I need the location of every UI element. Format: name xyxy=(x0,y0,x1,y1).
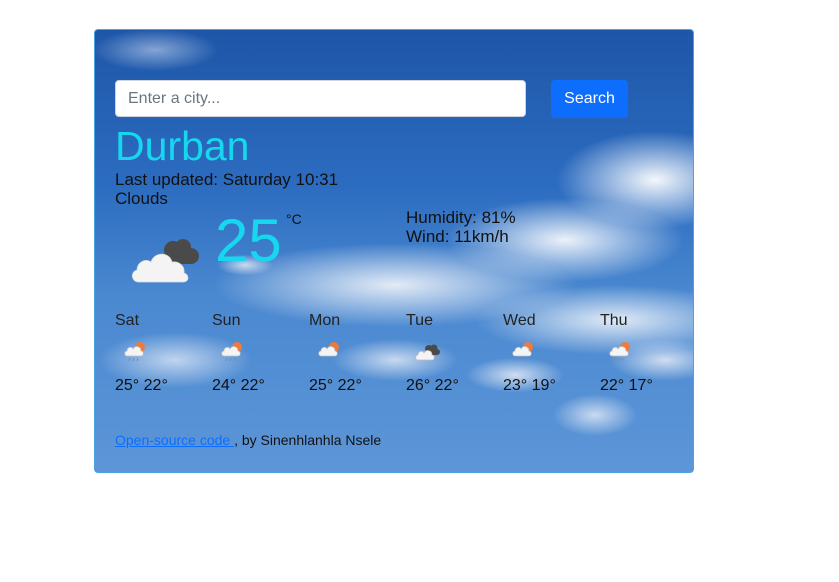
forecast-temps: 26° 22° xyxy=(406,378,459,394)
forecast-min: 22° xyxy=(143,377,168,394)
forecast-day: Wed 23° 19° xyxy=(503,311,599,401)
city-name: Durban xyxy=(115,123,250,169)
forecast-max: 22° xyxy=(600,377,625,394)
temperature-unit: °C xyxy=(286,211,302,227)
forecast-temps: 24° 22° xyxy=(212,378,265,394)
broken-clouds-icon xyxy=(415,344,440,361)
humidity: Humidity: 81% xyxy=(406,209,516,226)
forecast-day: Sat 25° 22° xyxy=(115,311,211,401)
broken-clouds-icon xyxy=(131,239,199,283)
wind-label: Wind: xyxy=(406,227,450,246)
forecast-min: 22° xyxy=(240,377,265,394)
forecast-max: 25° xyxy=(115,377,140,394)
forecast-day: Tue 26° 22° xyxy=(406,311,502,401)
wind: Wind: 11km/h xyxy=(406,228,509,245)
forecast-day-name: Tue xyxy=(406,312,433,329)
weather-description: Clouds xyxy=(115,189,168,208)
city-search-input[interactable] xyxy=(115,80,526,117)
forecast-min: 19° xyxy=(531,377,556,394)
light-rain-icon xyxy=(221,342,242,362)
forecast-min: 22° xyxy=(434,377,459,394)
light-rain-icon xyxy=(609,342,630,362)
light-rain-icon xyxy=(512,342,533,362)
forecast-day-name: Thu xyxy=(600,312,628,329)
search-button[interactable]: Search xyxy=(551,80,628,118)
forecast-temps: 25° 22° xyxy=(309,378,362,394)
forecast-day: Mon 25° 22° xyxy=(309,311,405,401)
current-temperature: 25 xyxy=(215,207,282,274)
forecast-day: Thu 22° 17° xyxy=(600,311,693,401)
light-rain-icon xyxy=(124,342,145,362)
forecast-temps: 23° 19° xyxy=(503,378,556,394)
forecast-min: 17° xyxy=(628,377,653,394)
last-updated-value: Saturday 10:31 xyxy=(222,170,339,189)
wind-value: 11km/h xyxy=(454,227,509,246)
open-source-code-link[interactable]: Open-source code xyxy=(115,432,234,448)
footer: Open-source code , by Sinenhlanhla Nsele xyxy=(115,433,381,447)
forecast-max: 25° xyxy=(309,377,334,394)
forecast-max: 24° xyxy=(212,377,237,394)
humidity-value: 81% xyxy=(481,208,516,227)
humidity-label: Humidity: xyxy=(406,208,477,227)
forecast-day-name: Wed xyxy=(503,312,536,329)
forecast-list: Sat 25° 22° Sun 24° 22° Mon 25° 22° Tue … xyxy=(115,311,693,401)
forecast-temps: 22° 17° xyxy=(600,378,653,394)
author-credit: , by Sinenhlanhla Nsele xyxy=(234,432,382,448)
forecast-day-name: Mon xyxy=(309,312,341,329)
forecast-temps: 25° 22° xyxy=(115,378,168,394)
forecast-max: 23° xyxy=(503,377,528,394)
last-updated-label: Last updated: xyxy=(115,170,219,189)
forecast-day-name: Sat xyxy=(115,312,140,329)
forecast-day-name: Sun xyxy=(212,312,241,329)
forecast-max: 26° xyxy=(406,377,431,394)
last-updated: Last updated: Saturday 10:31 xyxy=(115,171,338,188)
weather-card: Search Durban Last updated: Saturday 10:… xyxy=(94,29,694,473)
forecast-min: 22° xyxy=(337,377,362,394)
light-rain-icon xyxy=(318,342,339,362)
forecast-day: Sun 24° 22° xyxy=(212,311,308,401)
